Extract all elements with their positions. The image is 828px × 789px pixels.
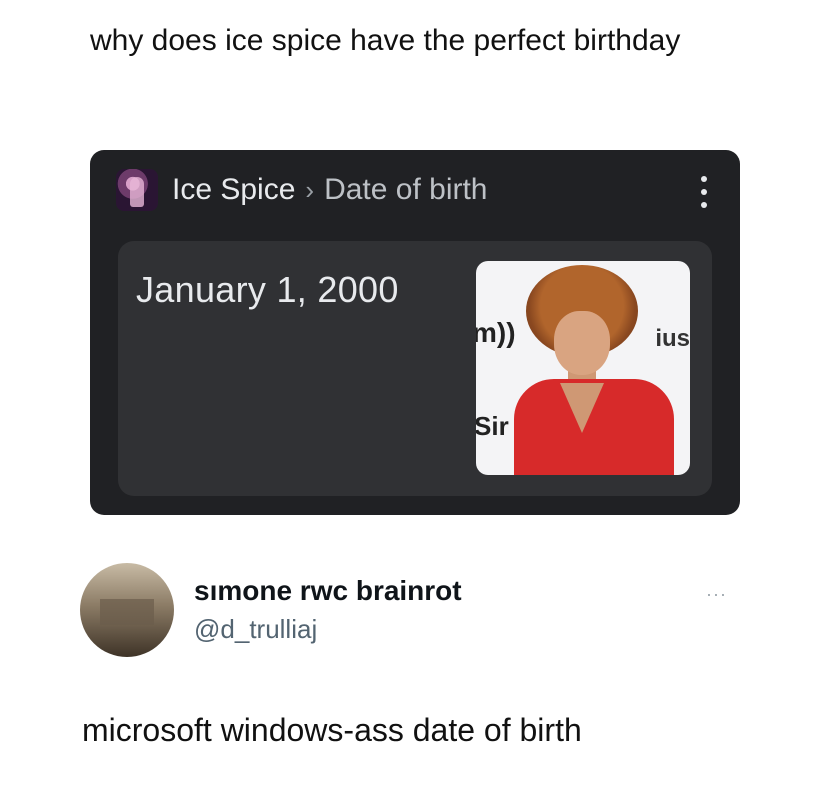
subject-thumbnail[interactable] [116,169,158,211]
user-handle[interactable]: @d_trulliaj [194,612,462,646]
breadcrumb-subject[interactable]: Ice Spice [172,173,295,207]
photo-face [554,311,610,375]
photo-logo-left: m)) [476,317,516,348]
birth-date-value: January 1, 2000 [136,269,399,310]
author-names: sımone rwc brainrot @d_trulliaj [194,574,462,646]
photo-collar [560,383,604,433]
reply-author[interactable]: sımone rwc brainrot @d_trulliaj [80,563,462,657]
more-options-icon[interactable] [692,176,716,208]
reply-text: microsoft windows-ass date of birth [82,712,582,748]
breadcrumb-separator: › [305,174,315,205]
display-name[interactable]: sımone rwc brainrot [194,574,462,608]
post-text: why does ice spice have the perfect birt… [90,24,681,57]
card-header: Ice Spice › Date of birth [116,169,720,211]
reply-more-icon[interactable]: ··· [706,584,727,605]
photo-logo-right: ius [655,325,690,352]
photo-logo-left-2: Sir [476,411,509,441]
knowledge-card[interactable]: Ice Spice › Date of birth January 1, 200… [90,150,740,515]
breadcrumb-attribute: Date of birth [324,173,488,206]
avatar[interactable] [80,563,174,657]
subject-photo[interactable]: m)) Sir ius [476,261,690,475]
answer-panel: January 1, 2000 m)) Sir ius [118,241,712,496]
